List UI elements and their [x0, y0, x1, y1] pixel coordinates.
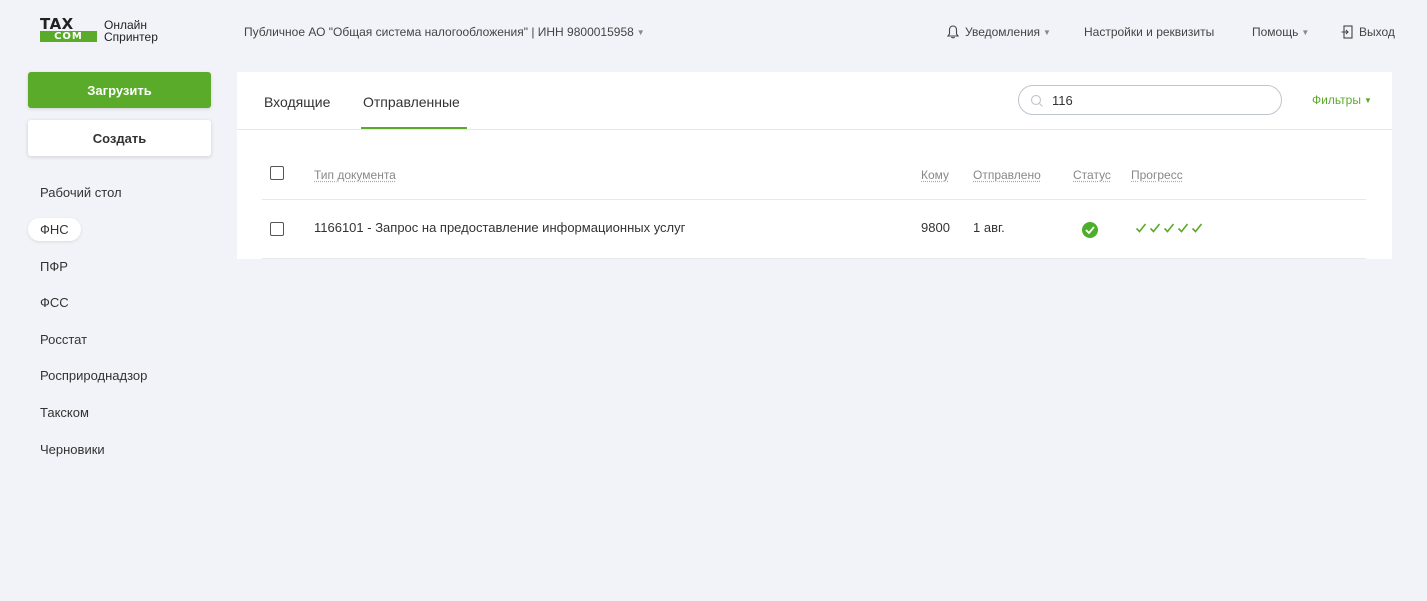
filters-button[interactable]: Фильтры ▼ — [1312, 93, 1372, 107]
column-header-sent[interactable]: Отправлено — [973, 168, 1041, 182]
column-header-to[interactable]: Кому — [921, 168, 949, 182]
row-checkbox[interactable] — [270, 222, 284, 236]
app-header: TAX COM Онлайн Спринтер Публичное АО "Об… — [0, 0, 1427, 64]
column-header-status[interactable]: Статус — [1073, 168, 1111, 182]
progress-check-icon — [1163, 223, 1175, 233]
logo-mark: TAX COM — [40, 15, 98, 43]
sidebar-item-drafts[interactable]: Черновики — [40, 442, 105, 457]
progress-check-icon — [1177, 223, 1189, 233]
organization-name: Публичное АО "Общая система налогообложе… — [244, 25, 634, 39]
upload-button[interactable]: Загрузить — [28, 72, 211, 108]
taxcom-logo[interactable]: TAX COM Онлайн Спринтер — [40, 15, 158, 43]
settings-label: Настройки и реквизиты — [1084, 25, 1215, 39]
progress-check-icon — [1191, 223, 1203, 233]
to-cell: 9800 — [921, 220, 950, 235]
bell-icon — [947, 25, 959, 39]
header-divider — [262, 199, 1366, 200]
row-divider — [262, 258, 1366, 259]
chevron-down-icon: ▼ — [1363, 96, 1372, 106]
logo-mark-top: TAX — [40, 15, 74, 33]
sidebar-item-fss[interactable]: ФСС — [40, 295, 69, 310]
search-box[interactable] — [1018, 85, 1282, 115]
tab-sent[interactable]: Отправленные — [363, 94, 460, 110]
sidebar-item-desktop[interactable]: Рабочий стол — [40, 185, 122, 200]
logo-text: Онлайн Спринтер — [104, 19, 158, 43]
sidebar-item-taxcom[interactable]: Такском — [40, 405, 89, 420]
notifications-label: Уведомления — [965, 25, 1041, 39]
tab-bar: Входящие Отправленные Фильтры▼ — [237, 72, 1392, 130]
logout-icon — [1341, 25, 1353, 39]
active-tab-indicator — [361, 127, 467, 129]
status-ok-icon — [1082, 222, 1098, 238]
logo-line2: Спринтер — [104, 30, 158, 44]
help-label: Помощь — [1252, 25, 1299, 39]
create-button[interactable]: Создать — [28, 120, 211, 156]
progress-checkmarks — [1135, 222, 1203, 234]
sidebar-item-fns[interactable]: ФНС — [28, 218, 81, 241]
logo-mark-bottom: COM — [40, 31, 97, 42]
logout-label: Выход — [1359, 25, 1395, 39]
tab-incoming[interactable]: Входящие — [264, 94, 330, 110]
logout-button[interactable]: Выход — [1341, 25, 1395, 39]
notifications-menu[interactable]: Уведомления ▼ — [947, 25, 1051, 39]
chevron-down-icon: ▼ — [636, 28, 645, 38]
search-input[interactable] — [1052, 91, 1272, 109]
documents-panel: Входящие Отправленные Фильтры▼ Тип докум… — [237, 72, 1392, 259]
sidebar-item-rosstat[interactable]: Росстат — [40, 332, 87, 347]
organization-selector[interactable]: Публичное АО "Общая система налогообложе… — [244, 25, 645, 39]
select-all-checkbox[interactable] — [270, 166, 284, 180]
search-icon — [1030, 94, 1043, 107]
help-menu[interactable]: Помощь ▼ — [1252, 25, 1309, 39]
sidebar-item-rosprirodnadzor[interactable]: Росприроднадзор — [40, 368, 147, 383]
sidebar-item-pfr[interactable]: ПФР — [40, 259, 68, 274]
chevron-down-icon: ▼ — [1301, 27, 1310, 37]
column-header-progress[interactable]: Прогресс — [1131, 168, 1183, 182]
sent-cell: 1 авг. — [973, 220, 1005, 235]
progress-check-icon — [1149, 223, 1161, 233]
doc-type-cell[interactable]: 1166101 - Запрос на предоставление инфор… — [314, 220, 685, 235]
chevron-down-icon: ▼ — [1043, 27, 1051, 37]
progress-check-icon — [1135, 223, 1147, 233]
filters-label: Фильтры — [1312, 93, 1361, 107]
settings-link[interactable]: Настройки и реквизиты — [1084, 25, 1214, 39]
column-header-doc-type[interactable]: Тип документа — [314, 168, 396, 182]
